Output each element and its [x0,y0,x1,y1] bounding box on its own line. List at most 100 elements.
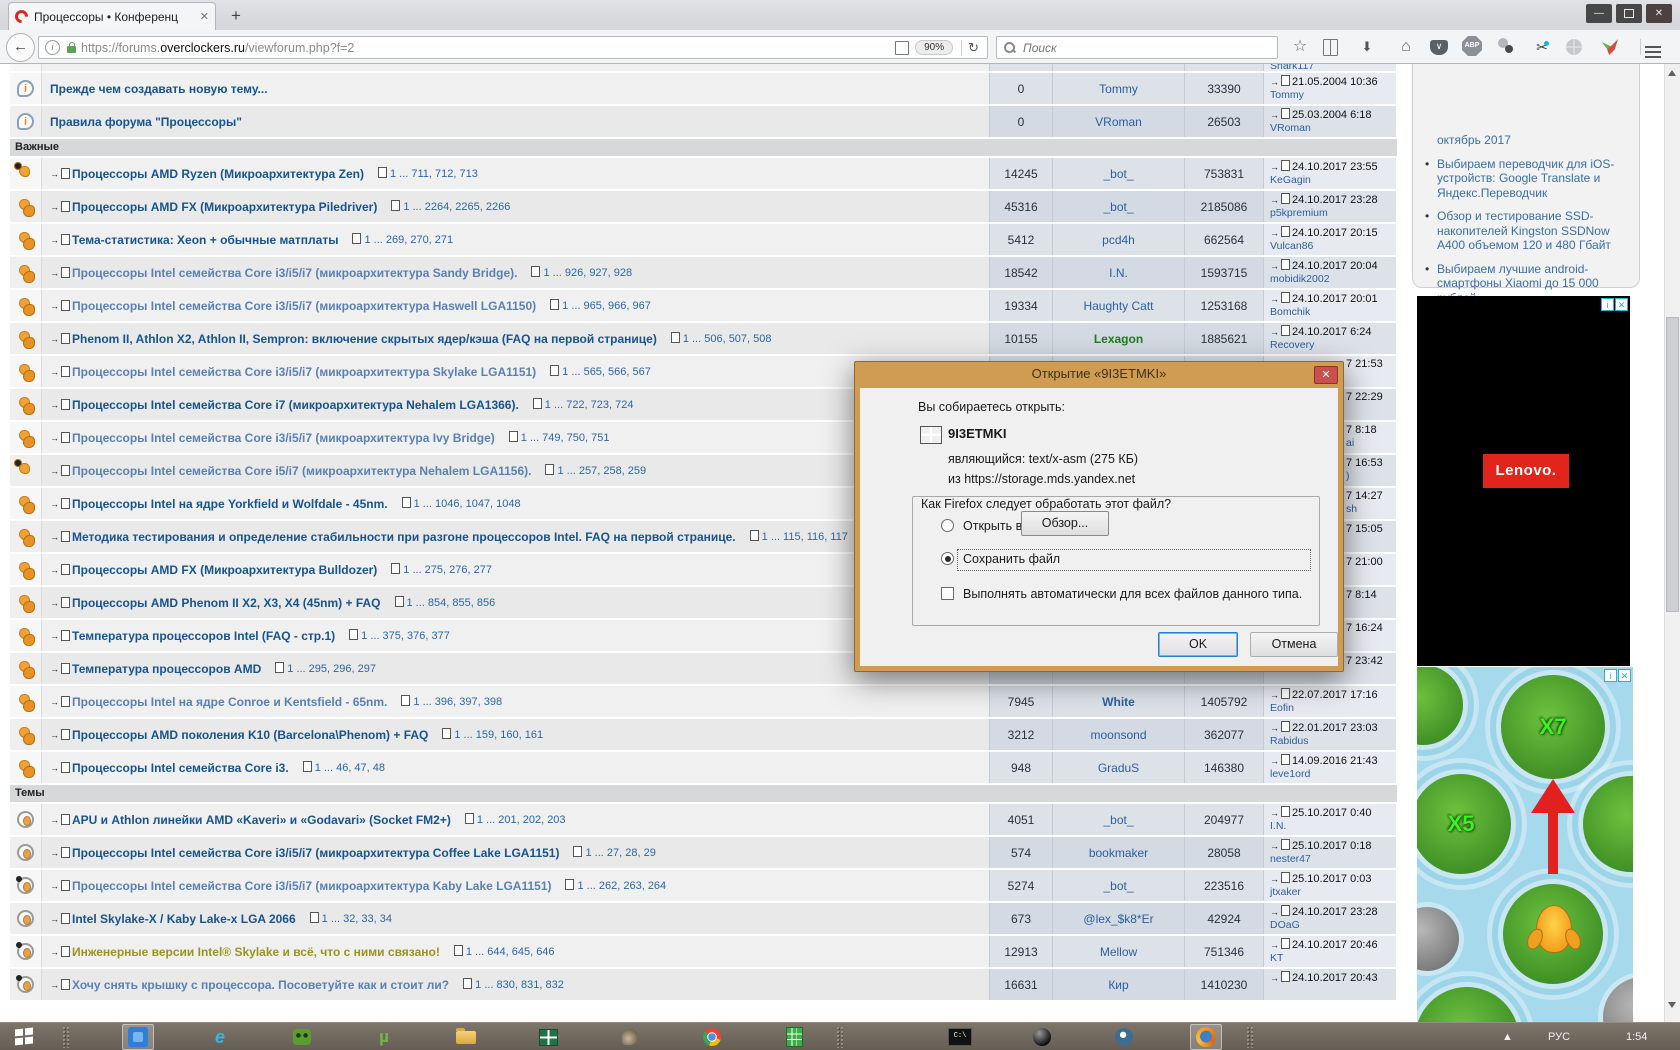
topic-author-link[interactable]: moonsond [1090,728,1146,742]
goto-new-post-icon[interactable]: → [50,400,59,410]
topic-author-link[interactable]: @lex_$k8*Er [1083,912,1153,926]
topic-title-link[interactable]: APU и Athlon линейки AMD «Kaveri» и «God… [72,813,451,827]
topic-author-link[interactable]: GraduS [1098,761,1139,775]
goto-new-post-icon[interactable]: → [50,301,59,311]
lastpost-author-link[interactable]: Rabidus [1270,735,1309,747]
topic-author-link[interactable]: Кир [1108,978,1128,992]
goto-last-post-icon[interactable]: → [1270,756,1279,766]
back-button[interactable]: ← [6,33,35,62]
dark-sphere-taskbar-button[interactable] [1026,1024,1058,1050]
frog-game-ad-banner[interactable]: 18+ i ✕ X7X5X1СЫГРАЙ С АЗАРТОМ! [1417,667,1633,1022]
firefox-taskbar-button[interactable] [1190,1024,1222,1050]
lastpost-author-link[interactable]: Recovery [1270,339,1314,351]
goto-last-post-icon[interactable]: → [1270,808,1279,818]
lastpost-author-link[interactable]: Eofin [1270,702,1294,714]
topic-author-link[interactable]: bookmaker [1089,846,1148,860]
topic-pagination[interactable]: 1 ... 965, 966, 967 [542,299,651,312]
goto-last-post-icon[interactable]: → [1270,327,1279,337]
adblock-plus-icon[interactable]: ABP [1462,36,1484,58]
console-taskbar-button[interactable]: C:\ [944,1024,976,1050]
reload-button[interactable]: ↻ [968,40,979,56]
topic-pagination[interactable]: 1 ... 2264, 2265, 2266 [383,200,510,213]
goto-new-post-icon[interactable]: → [50,631,59,641]
topic-pagination[interactable]: 1 ... 375, 376, 377 [341,629,450,642]
topic-title-link[interactable]: Правила форума "Процессоры" [50,115,242,129]
topic-author-link[interactable]: Mellow [1100,945,1137,959]
goto-new-post-icon[interactable]: → [50,664,59,674]
topic-author-link[interactable]: Tommy [1099,82,1138,96]
explorer-folder-taskbar-button[interactable] [450,1024,482,1050]
music-app-taskbar-button[interactable] [614,1024,646,1050]
topic-author-link[interactable]: pcd4h [1102,233,1135,247]
topic-title-link[interactable]: Хочу снять крышку с процессора. Посовету… [72,978,449,992]
goto-new-post-icon[interactable]: → [50,730,59,740]
topic-pagination[interactable]: 1 ... 396, 397, 398 [393,695,502,708]
goto-last-post-icon[interactable]: → [1270,294,1279,304]
extension-circles-icon[interactable] [1496,36,1518,58]
topic-pagination[interactable]: 1 ... 1046, 1047, 1048 [394,497,521,510]
bookmark-star-icon[interactable]: ☆ [1289,36,1311,58]
topic-author-link[interactable]: _bot_ [1103,167,1133,181]
goto-last-post-icon[interactable]: → [1270,195,1279,205]
page-info-icon[interactable]: i [45,40,60,55]
lastpost-author-link[interactable]: p5kpremium [1270,207,1328,219]
topic-title-link[interactable]: Intel Skylake-X / Kaby Lake-x LGA 2066 [72,912,296,926]
language-indicator[interactable]: РУС [1548,1023,1570,1050]
goto-last-post-icon[interactable]: → [1270,874,1279,884]
topic-title-link[interactable]: Процессоры Intel на ядре Yorkfield и Wol… [72,497,388,511]
ok-button[interactable]: OK [1158,632,1238,657]
goto-last-post-icon[interactable]: → [1270,973,1279,983]
topic-title-link[interactable]: Процессоры Intel семейства Core i3/i5/i7… [72,266,517,280]
cancel-button[interactable]: Отмена [1250,632,1338,657]
topic-author-link[interactable]: Haughty Catt [1083,299,1153,313]
auto-handle-checkbox[interactable] [941,587,954,600]
topic-author-link[interactable]: Lexagon [1094,332,1143,346]
topic-pagination[interactable]: 1 ... 506, 507, 508 [663,332,772,345]
lastpost-author-link[interactable]: I.N. [1270,820,1286,832]
ad-close-icon[interactable]: ✕ [1618,669,1631,682]
goto-new-post-icon[interactable]: → [50,334,59,344]
ad-close-icon[interactable]: ✕ [1615,298,1628,311]
topic-title-link[interactable]: Процессоры Intel семейства Core i3/i5/i7… [72,846,559,860]
hummingbird-extension-icon[interactable] [1602,36,1624,58]
topic-title-link[interactable]: Процессоры Intel семейства Core i3. [72,761,289,775]
lily-pad[interactable]: X7 [1501,675,1605,779]
topic-author-link[interactable]: _bot_ [1103,879,1133,893]
goto-new-post-icon[interactable]: → [50,565,59,575]
topic-title-link[interactable]: Процессоры Intel семейства Core i3/i5/i7… [72,431,495,445]
lily-pad[interactable] [1417,667,1463,745]
goto-new-post-icon[interactable]: → [50,848,59,858]
news-item-link[interactable]: • Обзор и тестирование SSD-накопителей Ki… [1425,209,1629,253]
goto-new-post-icon[interactable]: → [50,202,59,212]
topic-pagination[interactable]: 1 ... 201, 202, 203 [457,813,566,826]
lastpost-author-link[interactable]: leve1ord [1270,768,1310,780]
utorrent-taskbar-button[interactable]: µ [368,1024,400,1050]
topic-pagination[interactable]: 1 ... 830, 831, 832 [455,978,564,991]
zoom-level-badge[interactable]: 90% [915,40,954,55]
news-item-link[interactable]: октябрь 2017 [1425,133,1629,148]
taskbar-grip[interactable] [62,1026,69,1048]
lastpost-author-link[interactable]: ai [1346,437,1354,449]
topic-pagination[interactable]: 1 ... 159, 160, 161 [434,728,543,741]
topic-pagination[interactable]: 1 ... 27, 28, 29 [565,846,656,859]
topic-pagination[interactable]: 1 ... 32, 33, 34 [302,912,392,925]
lastpost-author-link[interactable]: jtxaker [1270,886,1301,898]
dialog-close-button[interactable]: ✕ [1314,366,1338,384]
goto-new-post-icon[interactable]: → [50,763,59,773]
ad-info-icon[interactable]: i [1604,669,1617,682]
goto-new-post-icon[interactable]: → [50,914,59,924]
tab-close-icon[interactable]: ✕ [200,10,209,23]
lastpost-author-link[interactable]: KT [1270,952,1283,964]
reader-mode-icon[interactable] [895,40,910,55]
chrome-taskbar-button[interactable] [696,1024,728,1050]
goto-last-post-icon[interactable]: → [1270,162,1279,172]
lastpost-author-link[interactable]: DOaG [1270,919,1300,931]
topic-title-link[interactable]: Phenom II, Athlon X2, Athlon II, Sempron… [72,332,657,346]
goto-last-post-icon[interactable]: → [1270,77,1279,87]
topic-author-link[interactable]: _bot_ [1103,200,1133,214]
topic-title-link[interactable]: Методика тестирования и определение стаб… [72,530,736,544]
goto-new-post-icon[interactable]: → [50,881,59,891]
topic-pagination[interactable]: 1 ... 644, 645, 646 [446,945,555,958]
goto-last-post-icon[interactable]: → [1270,690,1279,700]
goto-new-post-icon[interactable]: → [50,598,59,608]
